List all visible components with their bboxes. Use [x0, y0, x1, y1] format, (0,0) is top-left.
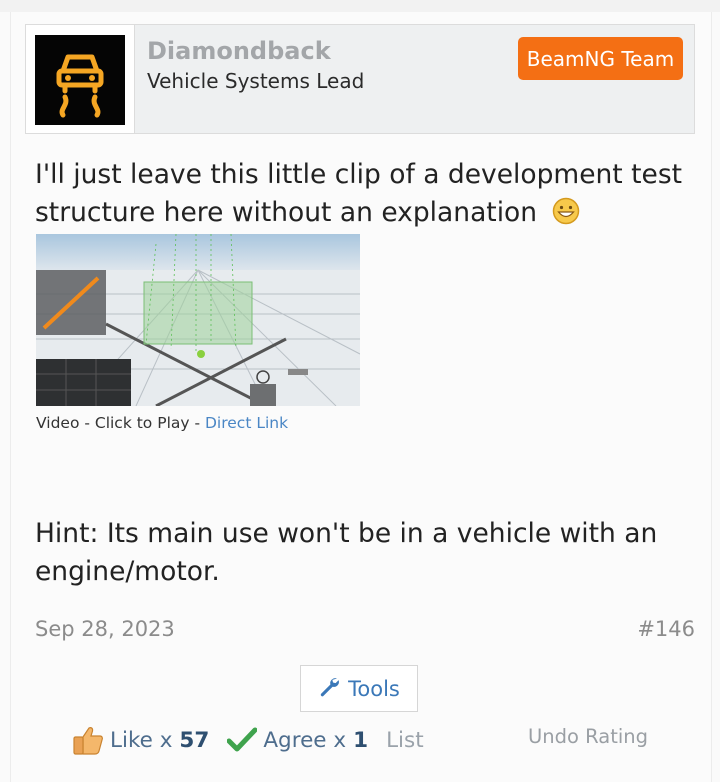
undo-rating-link[interactable]: Undo Rating: [528, 725, 648, 748]
like-label: Like x: [110, 727, 173, 753]
user-title: Vehicle Systems Lead: [147, 69, 365, 93]
like-count: 57: [179, 727, 210, 753]
post-text-1: I'll just leave this little clip of a de…: [35, 159, 683, 228]
agree-count: 1: [353, 727, 369, 753]
agree-label: Agree x: [263, 727, 347, 753]
post-paragraph-1: I'll just leave this little clip of a de…: [35, 156, 695, 236]
ratings-list-link[interactable]: List: [386, 728, 424, 753]
avatar[interactable]: [35, 35, 125, 125]
username[interactable]: Diamondback: [147, 37, 331, 65]
grinning-smiley-icon: [552, 197, 580, 236]
avatar-frame[interactable]: [26, 25, 135, 133]
agree-rating[interactable]: Agree x 1: [227, 726, 368, 754]
thumbs-up-icon: [73, 727, 103, 755]
tools-button[interactable]: Tools: [300, 665, 418, 712]
post-date[interactable]: Sep 28, 2023: [35, 617, 175, 641]
traction-control-warning-icon: [56, 54, 104, 118]
direct-link[interactable]: Direct Link: [205, 414, 288, 432]
like-rating[interactable]: Like x 57: [72, 725, 209, 755]
ratings-bar: Like x 57 Agree x 1 List: [72, 722, 424, 758]
tools-label: Tools: [348, 676, 400, 701]
team-badge: BeamNG Team: [518, 37, 683, 80]
check-icon: [227, 727, 258, 752]
video-caption-text: Video - Click to Play -: [36, 414, 205, 432]
post-paragraph-2: Hint: Its main use won't be in a vehicle…: [35, 518, 658, 587]
top-edge: [0, 0, 720, 12]
video-thumbnail[interactable]: [36, 234, 360, 406]
wrench-icon: [318, 675, 340, 702]
video-caption: Video - Click to Play - Direct Link: [36, 414, 288, 432]
post-user-header: Diamondback Vehicle Systems Lead BeamNG …: [25, 24, 695, 134]
post-number[interactable]: #146: [637, 617, 695, 641]
